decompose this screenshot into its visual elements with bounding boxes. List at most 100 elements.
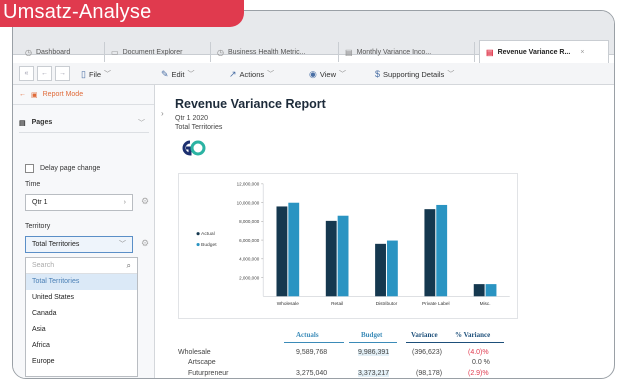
bar-budget — [436, 204, 448, 297]
banner: Umsatz-Analyse — [0, 0, 244, 27]
y-tick-label: 4,000,000 — [239, 257, 260, 262]
tab-document-explorer[interactable]: ▭ Document Explorer — [105, 42, 211, 62]
cell-budget: 9,986,391 — [358, 349, 390, 356]
cell-actual: 9,589,768 — [296, 349, 328, 356]
bar-actual — [375, 243, 386, 297]
cell-actual: 3,275,040 — [296, 370, 328, 377]
territory-search[interactable]: Search ⌕ — [26, 258, 137, 274]
x-axis-labels: Wholesale Retail Distributor Private Label M… — [277, 301, 491, 307]
dollar-icon: $ — [375, 69, 381, 79]
close-icon[interactable]: × — [580, 49, 584, 56]
sidebar: ← ▣ Report Mode ▤ Pages ﹀ Delay page cha… — [13, 85, 155, 378]
dropdown-option[interactable]: United States — [26, 290, 137, 306]
legend-label: Budget — [201, 242, 217, 248]
dropdown-option[interactable]: Europe — [26, 354, 137, 370]
y-tick-label: 10,000,000 — [237, 200, 260, 205]
bar-actual — [276, 206, 288, 297]
col-header-budget: Budget — [361, 331, 383, 339]
cell-variance: (98,178) — [416, 370, 443, 377]
bar-actual — [325, 220, 337, 297]
cell-budget: 3,373,217 — [358, 370, 390, 377]
cell-pct: (4.0)% — [468, 349, 489, 356]
revenue-chart: 12,000,000 10,000,000 8,000,000 6,000,000 4,… — [178, 173, 518, 319]
tab-dashboard[interactable]: ◷ Dashboard — [19, 42, 105, 62]
back-arrow-icon: ← — [19, 91, 26, 98]
x-tick-label: Private Label — [422, 301, 450, 307]
header-underline — [349, 342, 397, 343]
gear-icon[interactable]: ⚙ — [141, 238, 149, 249]
actions-menu[interactable]: ↗ Actions ﹀ — [229, 67, 274, 81]
header-underline — [406, 342, 504, 343]
collapse-panel-icon[interactable]: › — [161, 109, 164, 118]
bar-budget — [288, 202, 300, 297]
legend-swatch — [196, 232, 200, 236]
eye-icon: ◉ — [309, 68, 317, 79]
col-header-pct-variance: % Variance — [455, 331, 491, 339]
row-label: Artscape — [188, 359, 216, 366]
territory-dropdown: Search ⌕ Total Territories United States… — [25, 257, 138, 377]
report-scope: Total Territories — [175, 124, 223, 131]
chevron-down-icon: ﹀ — [187, 71, 195, 78]
pages-section[interactable]: ▤ Pages ﹀ — [19, 113, 149, 133]
edit-menu[interactable]: ✎ Edit ﹀ — [161, 67, 194, 81]
dropdown-option[interactable]: Asia — [26, 322, 137, 338]
chevron-down-icon: ﹀ — [138, 119, 145, 127]
dropdown-option[interactable]: Africa — [26, 338, 137, 354]
row-label: Wholesale — [178, 349, 211, 356]
screenshot-stage: ◷ Dashboard ▭ Document Explorer ◷ Busine… — [0, 0, 627, 379]
delay-checkbox[interactable] — [25, 164, 34, 173]
company-logo — [182, 140, 206, 156]
gear-icon[interactable]: ⚙ — [141, 196, 149, 207]
legend-label: Actual — [201, 231, 215, 237]
chevron-down-icon: ﹀ — [338, 71, 346, 78]
col-header-actuals: Actuals — [296, 331, 319, 339]
forward-button[interactable]: → — [55, 66, 70, 81]
report-icon: ▤ — [345, 47, 353, 57]
territory-select[interactable]: Total Territories ﹀ — [25, 236, 133, 253]
y-tick-label: 6,000,000 — [239, 238, 260, 243]
chevron-down-icon: ﹀ — [104, 71, 112, 78]
chevron-right-icon: › — [123, 199, 126, 206]
bar-budget — [485, 284, 497, 297]
banner-title: Umsatz-Analyse — [3, 1, 152, 23]
report-mode-toggle[interactable]: ← ▣ Report Mode — [13, 85, 154, 105]
x-tick-label: Wholesale — [277, 301, 299, 307]
legend-swatch — [196, 242, 200, 247]
x-tick-label: Distributor — [376, 301, 398, 307]
app-window: ◷ Dashboard ▭ Document Explorer ◷ Busine… — [12, 10, 615, 379]
delay-page-change[interactable]: Delay page change — [25, 164, 100, 173]
actions-icon: ↗ — [229, 68, 237, 79]
y-tick-label: 8,000,000 — [239, 219, 260, 224]
supporting-details-menu[interactable]: $ Supporting Details ﹀ — [375, 67, 454, 81]
header-underline — [284, 342, 344, 343]
report-title: Revenue Variance Report — [175, 97, 326, 111]
tab-revenue-variance[interactable]: ▤ Revenue Variance R... × — [479, 40, 609, 63]
x-tick-label: Misc. — [480, 301, 491, 307]
chevron-down-icon: ﹀ — [119, 241, 126, 248]
dropdown-option[interactable]: Total Territories — [26, 274, 137, 290]
row-label: Futurpreneur — [188, 370, 229, 377]
y-tick-label: 12,000,000 — [237, 182, 260, 187]
chevron-down-icon: ﹀ — [447, 71, 455, 78]
bar-budget — [386, 240, 398, 297]
search-icon: ⌕ — [126, 261, 131, 270]
dashboard-icon: ◷ — [25, 47, 32, 57]
file-menu[interactable]: ▯ File ﹀ — [81, 67, 111, 81]
cell-variance: (396,623) — [412, 349, 442, 356]
tab-business-health[interactable]: ◷ Business Health Metric... — [211, 42, 339, 62]
bars — [276, 202, 497, 297]
territory-label: Territory — [25, 223, 51, 230]
first-page-button[interactable]: « — [19, 66, 34, 81]
back-button[interactable]: ← — [37, 66, 52, 81]
time-label: Time — [25, 181, 41, 188]
dashboard-icon: ◷ — [217, 47, 224, 57]
report-period: Qtr 1 2020 — [175, 115, 209, 122]
bar-actual — [473, 284, 485, 297]
time-select[interactable]: Qtr 1 › — [25, 194, 133, 211]
tab-monthly-variance[interactable]: ▤ Monthly Variance Inco... — [339, 42, 475, 62]
dropdown-option[interactable]: Canada — [26, 306, 137, 322]
view-menu[interactable]: ◉ View ﹀ — [309, 67, 346, 81]
chevron-down-icon: ﹀ — [267, 71, 275, 78]
cell-pct: (2.9)% — [468, 370, 489, 377]
y-tick-label: 2,000,000 — [239, 275, 260, 280]
